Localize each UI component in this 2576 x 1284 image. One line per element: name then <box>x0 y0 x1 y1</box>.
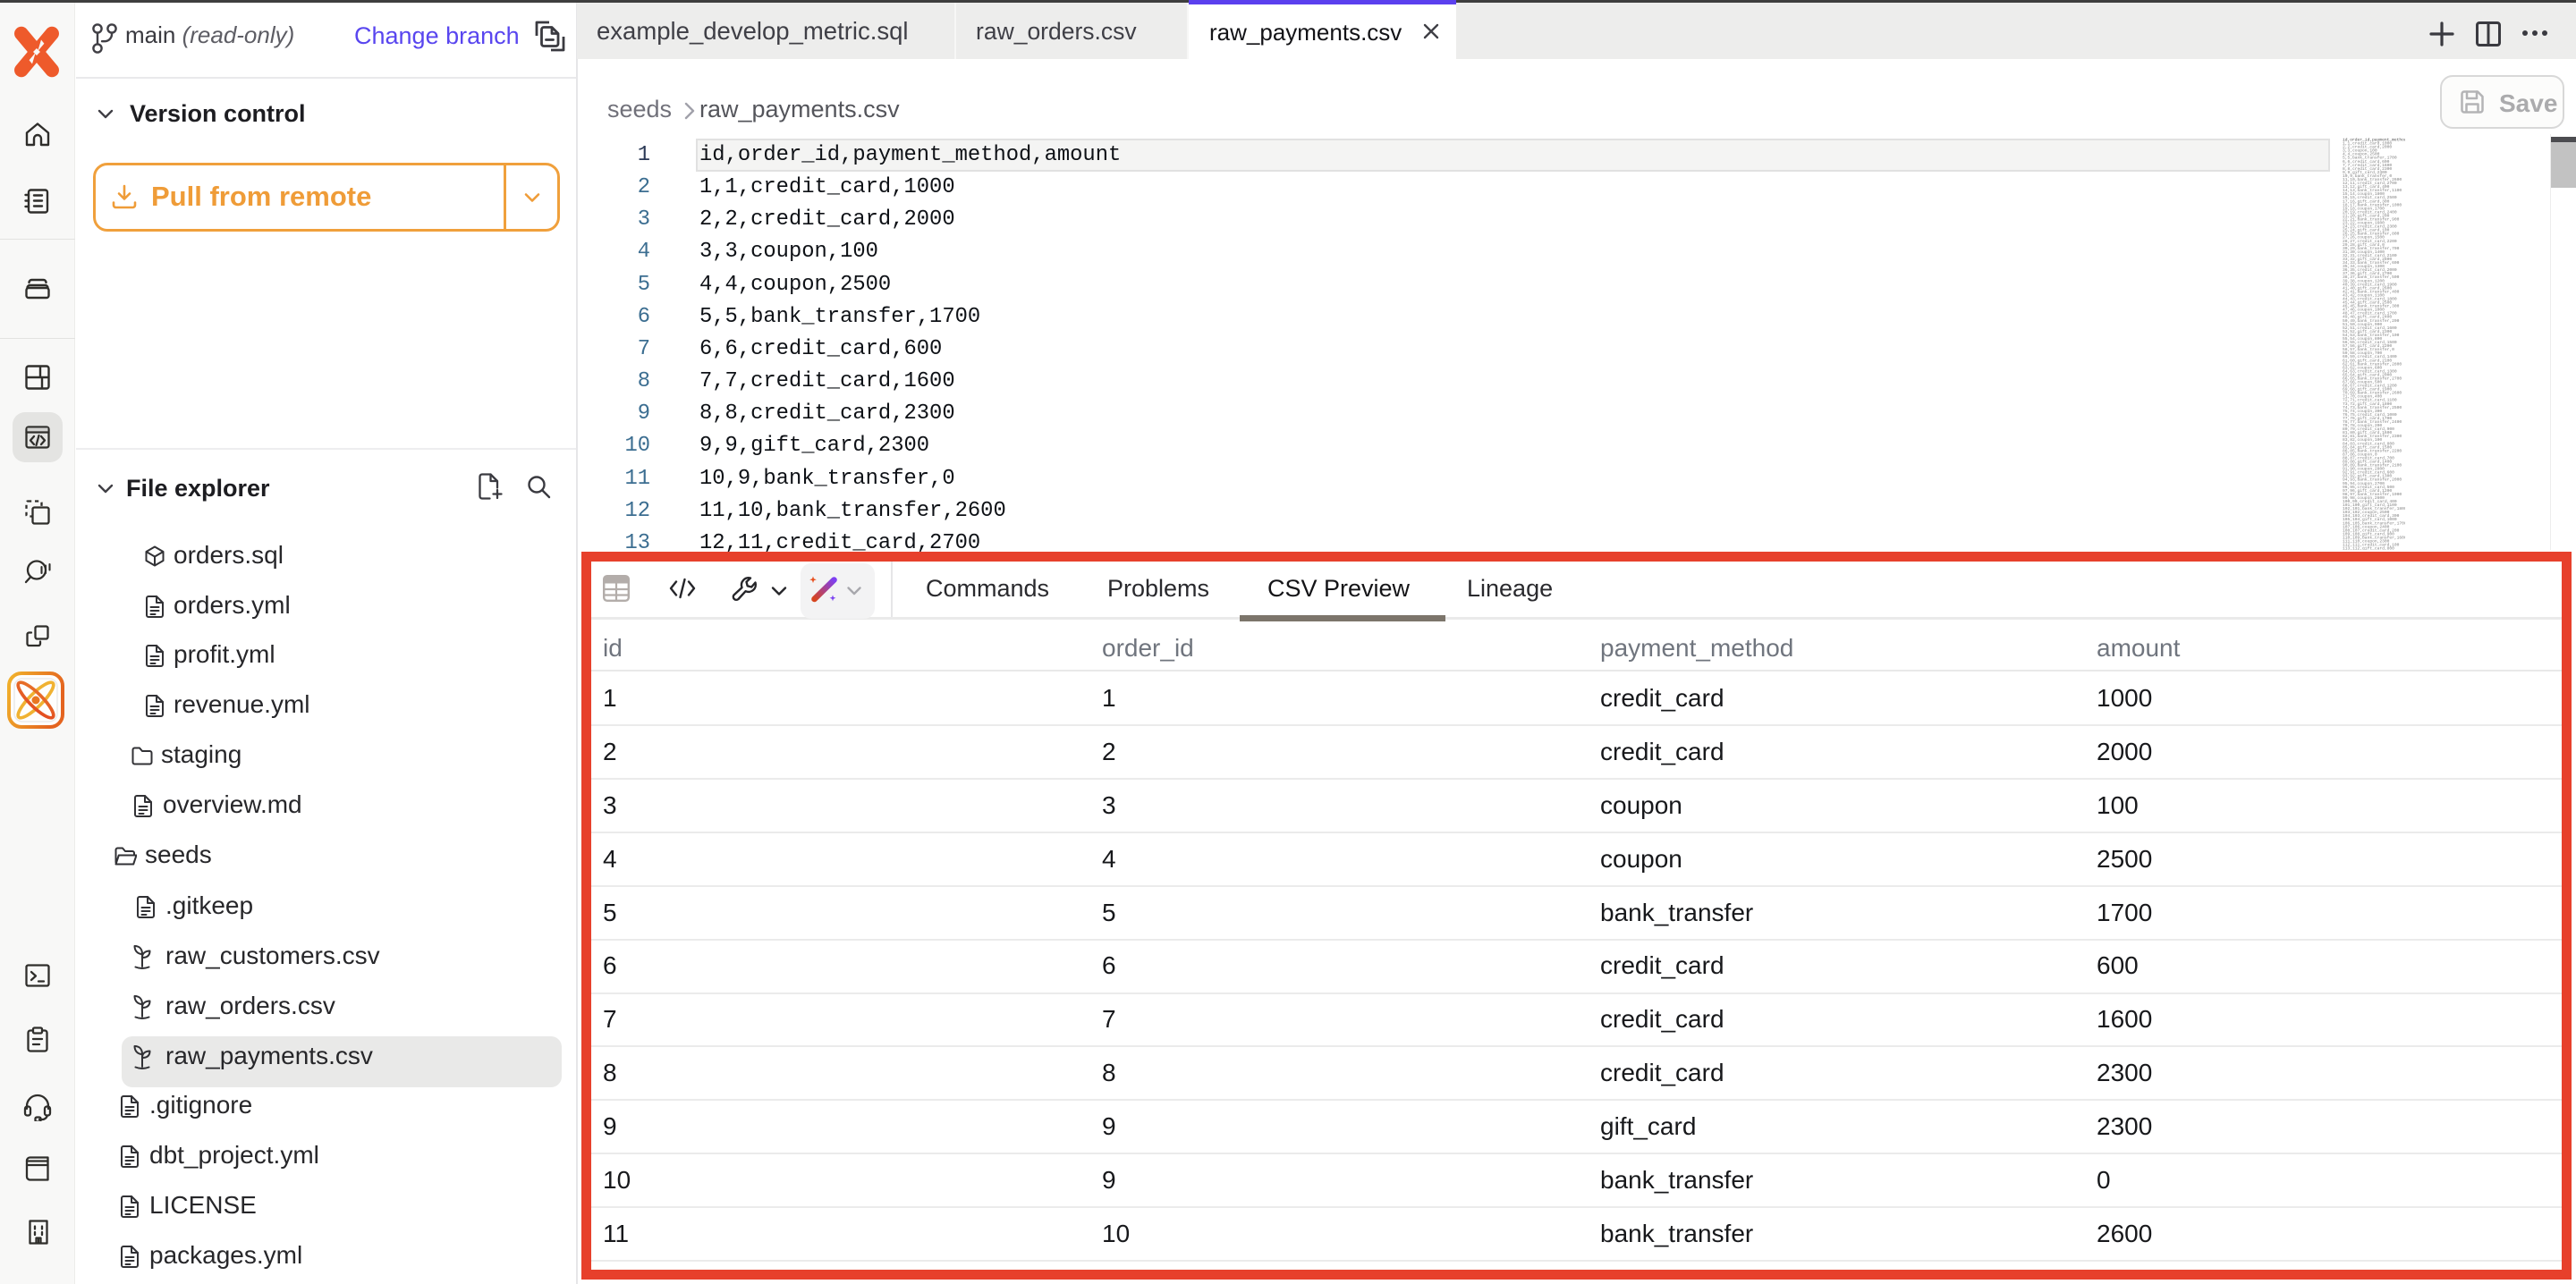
svg-text:113,112,gift_card,800: 113,112,gift_card,800 <box>2343 546 2394 550</box>
